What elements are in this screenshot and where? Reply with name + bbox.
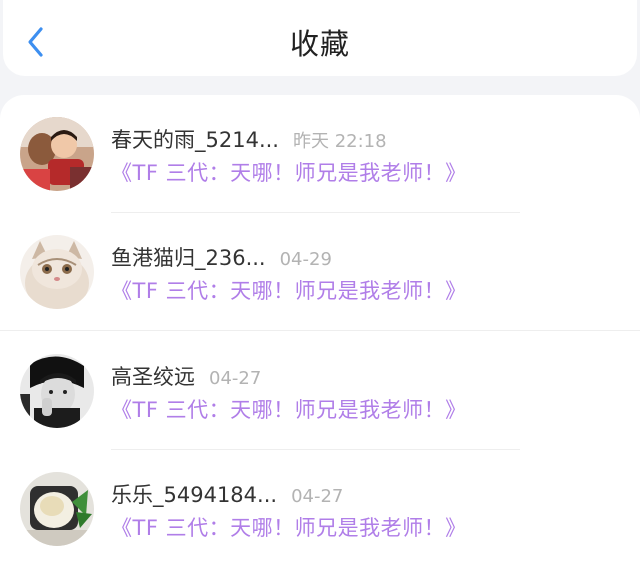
timestamp: 04-29 — [279, 249, 332, 270]
username[interactable]: 高圣绞远 — [111, 361, 195, 391]
username[interactable]: 春天的雨_5214... — [111, 124, 279, 154]
list-item[interactable]: 鱼港猫归_236... 04-29 《TF 三代：天哪！师兄是我老师！》 — [0, 213, 640, 331]
post-title[interactable]: 《TF 三代：天哪！师兄是我老师！》 — [111, 512, 467, 542]
page-title: 收藏 — [289, 27, 350, 61]
avatar[interactable] — [20, 117, 94, 191]
divider — [0, 330, 640, 331]
avatar[interactable] — [20, 472, 94, 546]
name-line: 乐乐_5494184... 04-27 — [111, 479, 343, 509]
post-title[interactable]: 《TF 三代：天哪！师兄是我老师！》 — [111, 394, 467, 424]
list-item[interactable]: 高圣绞远 04-27 《TF 三代：天哪！师兄是我老师！》 — [0, 332, 640, 450]
timestamp: 04-27 — [291, 486, 344, 507]
list-item[interactable]: 乐乐_5494184... 04-27 《TF 三代：天哪！师兄是我老师！》 — [0, 450, 640, 568]
post-title[interactable]: 《TF 三代：天哪！师兄是我老师！》 — [111, 275, 467, 305]
list-item[interactable]: 春天的雨_5214... 昨天 22:18 《TF 三代：天哪！师兄是我老师！》 — [0, 95, 640, 213]
name-line: 鱼港猫归_236... 04-29 — [111, 242, 332, 272]
name-line: 春天的雨_5214... 昨天 22:18 — [111, 124, 387, 154]
avatar[interactable] — [20, 354, 94, 428]
username[interactable]: 乐乐_5494184... — [111, 479, 277, 509]
name-line: 高圣绞远 04-27 — [111, 361, 261, 391]
timestamp: 昨天 22:18 — [292, 131, 387, 152]
top-bar: 收藏 — [3, 0, 637, 76]
timestamp: 04-27 — [209, 368, 262, 389]
favorites-list: 春天的雨_5214... 昨天 22:18 《TF 三代：天哪！师兄是我老师！》 — [0, 95, 640, 573]
post-title[interactable]: 《TF 三代：天哪！师兄是我老师！》 — [111, 157, 467, 187]
avatar[interactable] — [20, 235, 94, 309]
username[interactable]: 鱼港猫归_236... — [111, 242, 266, 272]
